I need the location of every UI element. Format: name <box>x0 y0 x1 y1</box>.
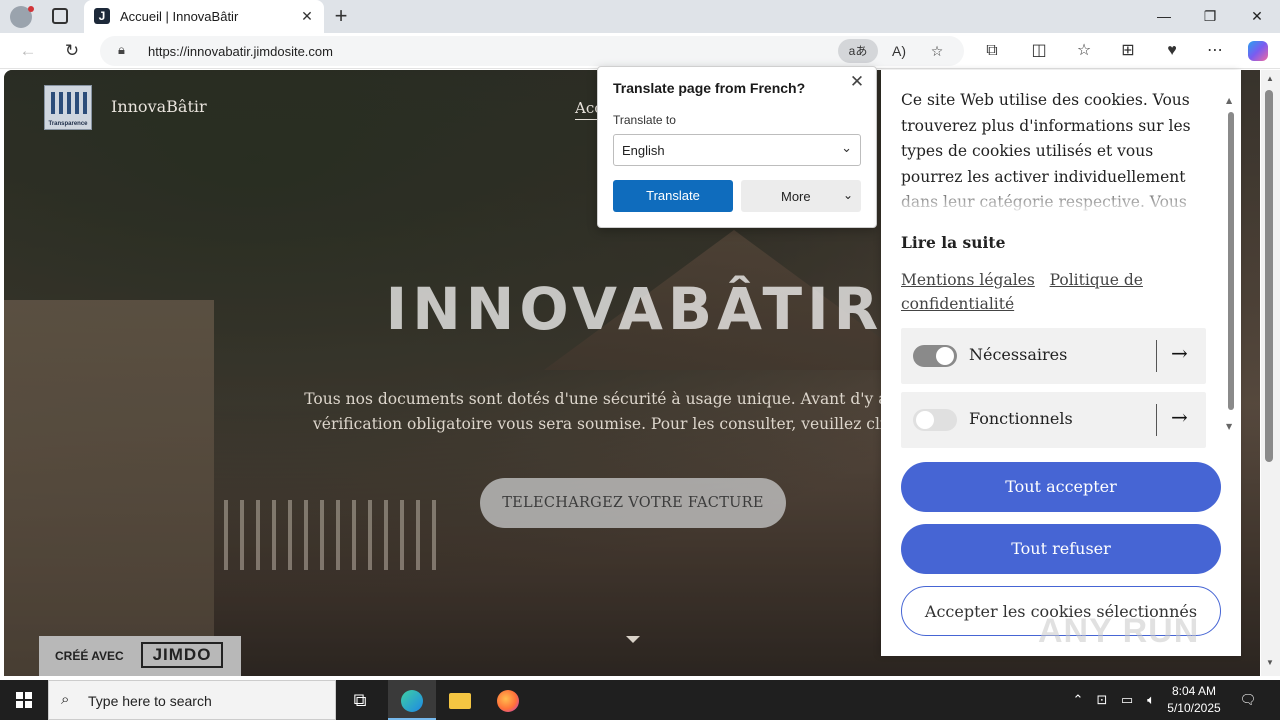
network-icon[interactable]: ▭ <box>1116 680 1138 720</box>
edge-taskbar-icon[interactable] <box>388 680 436 720</box>
cookie-consent-panel: Ce site Web utilise des cookies. Vous tr… <box>881 70 1241 656</box>
translate-button[interactable]: Translate <box>613 180 733 212</box>
toggle-knob <box>936 347 954 365</box>
scroll-up-icon[interactable]: ▲ <box>1266 74 1274 83</box>
windows-icon <box>16 692 32 708</box>
split-screen-icon[interactable]: ◫ <box>1024 38 1054 64</box>
hero-text-line-1: Tous nos documents sont dotés d'une sécu… <box>304 390 944 408</box>
scroll-thumb[interactable] <box>1228 112 1234 410</box>
extensions-icon[interactable]: ⧉ <box>977 38 1007 64</box>
refuse-all-button[interactable]: Tout refuser <box>901 524 1221 574</box>
necessary-label: Nécessaires <box>969 345 1068 364</box>
refresh-icon[interactable]: ↻ <box>58 38 86 64</box>
tab-bar: J Accueil | InnovaBâtir ✕ + — ❐ ✕ <box>0 0 1280 33</box>
divider <box>1156 404 1157 436</box>
accept-all-button[interactable]: Tout accepter <box>901 462 1221 512</box>
arrow-right-icon[interactable]: → <box>1171 405 1188 429</box>
scroll-thumb[interactable] <box>1265 90 1273 462</box>
anyrun-watermark: ANY RUN <box>1038 612 1200 650</box>
search-placeholder: Type here to search <box>88 693 212 709</box>
logo-bars-icon <box>51 92 87 114</box>
more-button-label: More <box>781 189 811 204</box>
legal-links: Mentions légales Politique de confidenti… <box>901 268 1201 316</box>
cookie-panel-scrollbar[interactable]: ▲ ▼ <box>1226 94 1236 434</box>
copilot-icon[interactable] <box>1243 38 1273 64</box>
minimize-icon[interactable]: — <box>1141 0 1187 33</box>
toggle-knob <box>916 411 934 429</box>
cookie-text-fade <box>901 182 1207 212</box>
site-logo[interactable]: Transparence <box>44 85 92 130</box>
arrow-right-icon[interactable]: → <box>1171 341 1188 365</box>
translate-icon[interactable]: aあ <box>838 39 878 63</box>
chevron-down-icon: ⌄ <box>842 188 853 202</box>
hero-text: Tous nos documents sont dotés d'une sécu… <box>274 387 974 437</box>
active-tab[interactable]: J Accueil | InnovaBâtir ✕ <box>84 0 324 33</box>
start-button[interactable] <box>0 680 48 720</box>
made-with-label: CRÉÉ AVEC <box>55 649 124 663</box>
more-button[interactable]: More ⌄ <box>741 180 861 212</box>
read-more-link[interactable]: Lire la suite <box>901 233 1005 252</box>
scroll-down-icon[interactable] <box>626 636 640 643</box>
jimdo-logo: JIMDO <box>141 642 223 668</box>
language-value: English <box>622 143 665 158</box>
taskbar-search[interactable]: ⌕ Type here to search <box>48 680 336 720</box>
functional-toggle[interactable] <box>913 409 957 431</box>
page-scrollbar[interactable]: ▲ ▼ <box>1261 70 1280 676</box>
more-menu-icon[interactable]: ⋯ <box>1200 38 1230 64</box>
url-text[interactable]: https://innovabatir.jimdosite.com <box>148 44 333 59</box>
close-popup-icon[interactable]: ✕ <box>848 73 866 91</box>
notification-dot <box>28 6 34 12</box>
translate-popup: Translate page from French? ✕ Translate … <box>597 66 877 228</box>
language-select[interactable]: English ⌄ <box>613 134 861 166</box>
jimdo-badge[interactable]: CRÉÉ AVEC JIMDO <box>39 636 241 676</box>
restore-icon[interactable]: ❐ <box>1187 0 1233 33</box>
search-icon: ⌕ <box>61 691 70 708</box>
new-tab-icon[interactable]: + <box>330 4 352 28</box>
lock-icon[interactable]: 🔒︎ <box>118 42 125 58</box>
divider <box>1156 340 1157 372</box>
favorite-star-icon[interactable]: ☆ <box>922 39 952 63</box>
site-name[interactable]: InnovaBâtir <box>111 97 207 116</box>
scroll-up-icon[interactable]: ▲ <box>1226 96 1232 105</box>
download-invoice-button[interactable]: TELECHARGEZ VOTRE FACTURE <box>480 478 786 528</box>
chevron-down-icon: ⌄ <box>841 140 852 155</box>
tray-device-icon[interactable]: ⊡ <box>1092 680 1112 720</box>
logo-caption: Transparence <box>48 121 88 127</box>
cookie-category-functional: Fonctionnels → <box>901 392 1206 448</box>
tab-actions-icon[interactable] <box>52 8 68 24</box>
taskbar: ⌕ Type here to search ⧉ ⌃ ⊡ ▭ 🔈︎ 8:04 AM… <box>0 680 1280 720</box>
favorites-icon[interactable]: ☆ <box>1069 38 1099 64</box>
functional-label: Fonctionnels <box>969 409 1073 428</box>
tray-chevron-icon[interactable]: ⌃ <box>1068 680 1088 720</box>
scroll-down-icon[interactable]: ▼ <box>1266 658 1274 667</box>
address-bar: ← ↻ 🔒︎ https://innovabatir.jimdosite.com… <box>0 33 1280 69</box>
tab-title: Accueil | InnovaBâtir <box>120 9 239 24</box>
file-explorer-icon[interactable] <box>436 680 484 720</box>
hero-text-line-2: vérification obligatoire vous sera soumi… <box>313 415 935 433</box>
volume-icon[interactable]: 🔈︎ <box>1140 680 1162 720</box>
clock-time: 8:04 AM <box>1171 684 1217 698</box>
back-icon[interactable]: ← <box>14 38 42 64</box>
cookie-category-necessary: Nécessaires → <box>901 328 1206 384</box>
performance-icon[interactable]: ♥ <box>1157 38 1187 64</box>
close-tab-icon[interactable]: ✕ <box>298 7 316 25</box>
clock-date: 5/10/2025 <box>1167 701 1221 715</box>
task-view-icon[interactable]: ⧉ <box>336 680 384 720</box>
legal-notice-link[interactable]: Mentions légales <box>901 271 1035 289</box>
collections-icon[interactable]: ⊞ <box>1113 38 1143 64</box>
translate-heading: Translate page from French? <box>613 80 806 96</box>
clock[interactable]: 8:04 AM 5/10/2025 <box>1162 683 1226 717</box>
url-field[interactable]: 🔒︎ https://innovabatir.jimdosite.com aあ … <box>100 36 964 66</box>
scroll-down-icon[interactable]: ▼ <box>1226 422 1232 431</box>
necessary-toggle[interactable] <box>913 345 957 367</box>
firefox-icon[interactable] <box>484 680 532 720</box>
read-aloud-icon[interactable]: A) <box>884 39 914 63</box>
jimdo-favicon-icon: J <box>94 8 110 24</box>
translate-to-label: Translate to <box>613 113 676 127</box>
close-window-icon[interactable]: ✕ <box>1234 0 1280 33</box>
notification-icon[interactable]: 🗨︎ <box>1236 680 1260 720</box>
